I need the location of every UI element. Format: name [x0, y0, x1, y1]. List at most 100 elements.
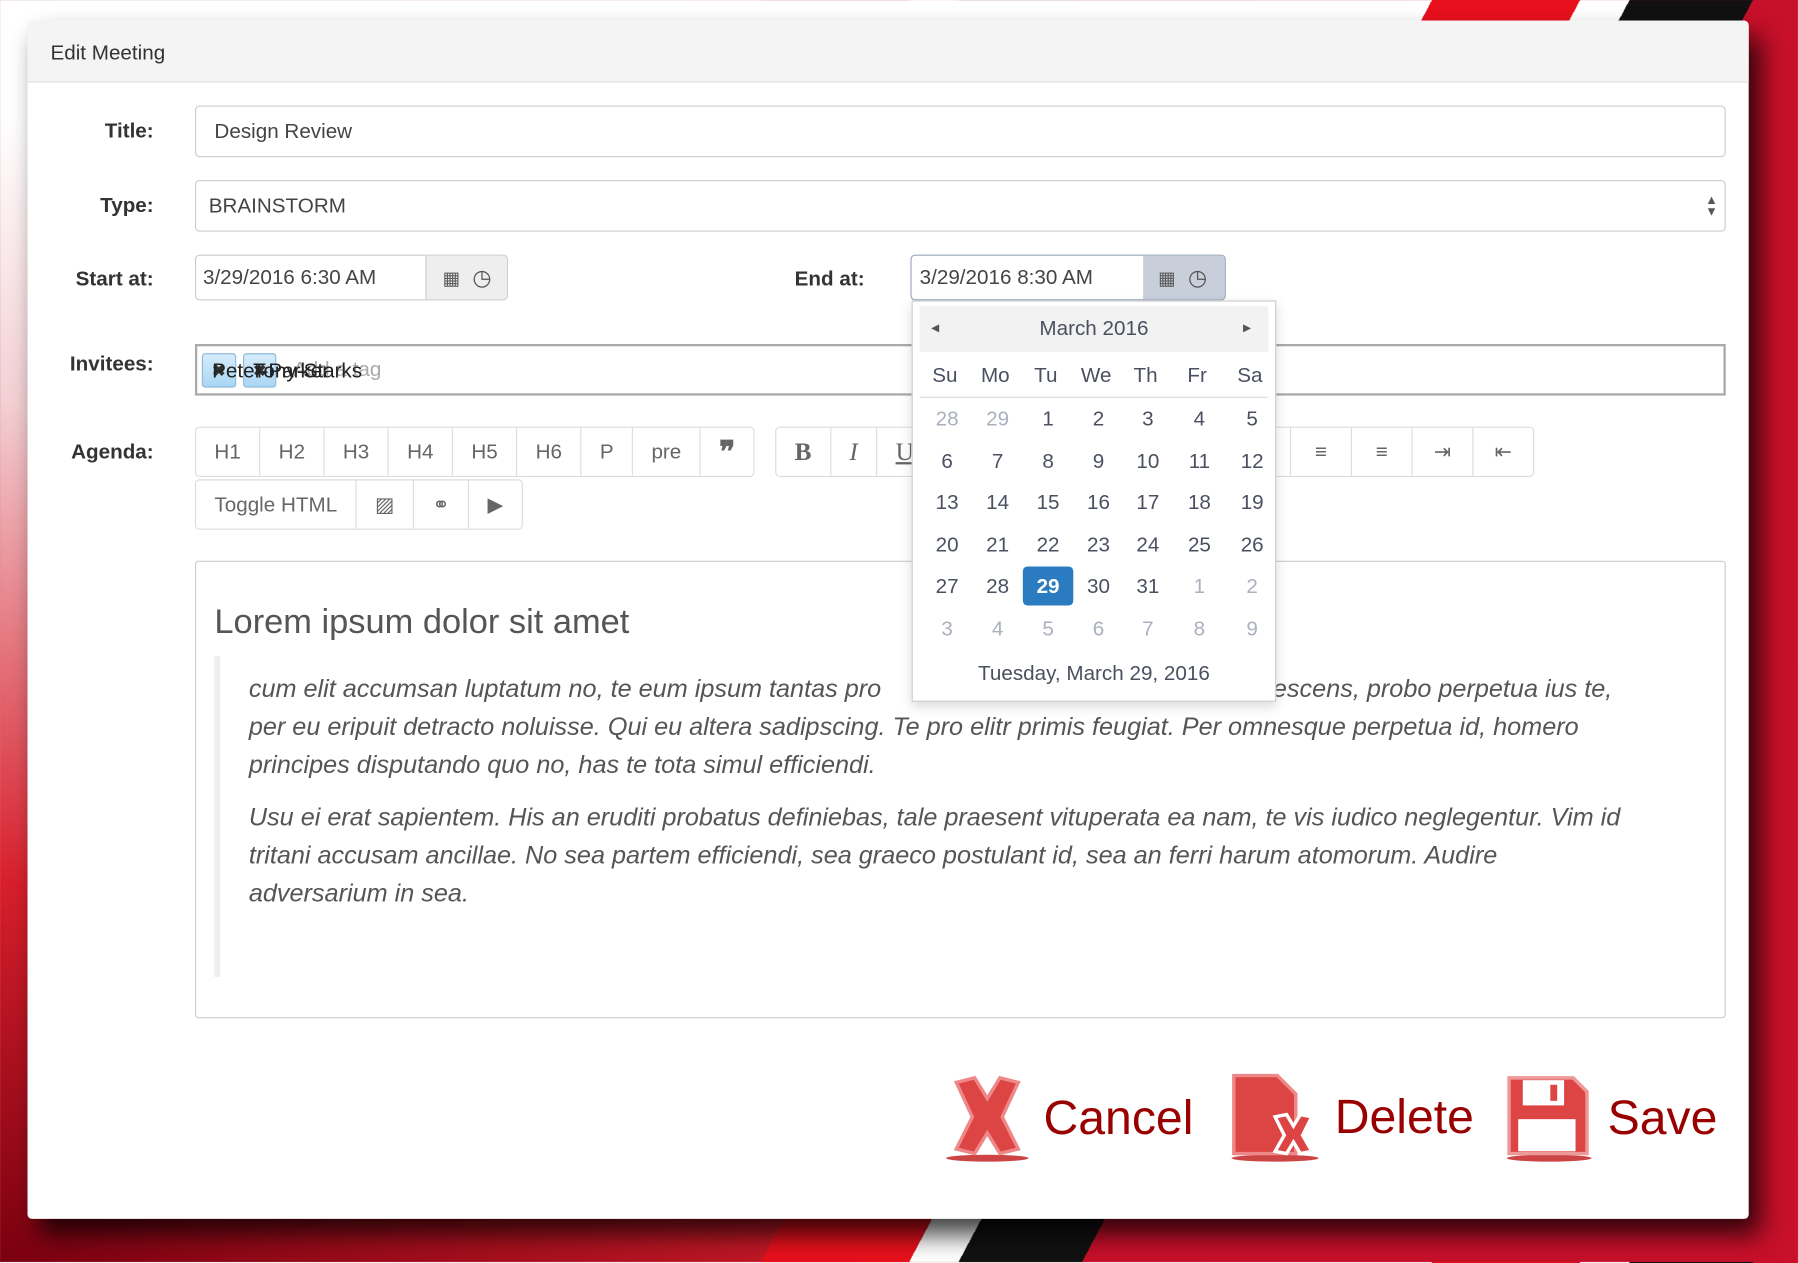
- h1-button[interactable]: H1: [196, 427, 261, 476]
- cancel-label: Cancel: [1043, 1090, 1194, 1145]
- calendar-day[interactable]: 10: [1123, 441, 1173, 480]
- h3-button[interactable]: H3: [325, 427, 389, 476]
- calendar-day[interactable]: 22: [1023, 525, 1073, 564]
- calendar-icon[interactable]: ▦: [443, 267, 460, 290]
- calendar-day[interactable]: 3: [1123, 399, 1173, 438]
- calendar-day[interactable]: 15: [1023, 483, 1073, 522]
- align-center-icon[interactable]: ≡: [1291, 427, 1352, 476]
- calendar-day[interactable]: 2: [1073, 399, 1123, 438]
- clock-icon[interactable]: ◷: [472, 265, 491, 291]
- calendar-day[interactable]: 5: [1023, 609, 1073, 648]
- calendar-day[interactable]: 17: [1123, 483, 1173, 522]
- calendar-day[interactable]: 2: [1227, 567, 1277, 606]
- calendar-day[interactable]: 27: [922, 567, 972, 606]
- calendar-day[interactable]: 1: [1174, 567, 1224, 606]
- h6-button[interactable]: H6: [517, 427, 582, 476]
- paragraph-line: Usu ei erat sapientem. His an eruditi pr…: [248, 802, 1621, 832]
- dialog-title: Edit Meeting: [50, 41, 166, 65]
- h5-button[interactable]: H5: [453, 427, 518, 476]
- calendar-day[interactable]: 12: [1227, 441, 1277, 480]
- calendar-day[interactable]: 8: [1023, 441, 1073, 480]
- datepicker-popup: ◂ March 2016 ▸ Su Mo Tu We Th Fr Sa 28 29 1 2 3 4 5 6…: [911, 300, 1277, 702]
- calendar-day[interactable]: 1: [1023, 399, 1073, 438]
- calendar-day[interactable]: 7: [1123, 609, 1173, 648]
- type-value: BRAINSTORM: [208, 193, 346, 217]
- calendar-day[interactable]: 23: [1073, 525, 1123, 564]
- calendar-day[interactable]: 14: [972, 483, 1022, 522]
- select-arrows-icon: ▲ ▼: [1705, 193, 1718, 219]
- selected-date-footer[interactable]: Tuesday, March 29, 2016: [913, 662, 1275, 686]
- calendar-day[interactable]: 26: [1227, 525, 1277, 564]
- calendar-day[interactable]: 16: [1073, 483, 1123, 522]
- invitees-label: Invitees:: [69, 352, 154, 375]
- text-segment: cum elit accumsan luptatum no, te eum ip…: [248, 674, 882, 703]
- h4-button[interactable]: H4: [389, 427, 454, 476]
- weekday-header: Su: [932, 363, 958, 387]
- edit-meeting-dialog: Edit Meeting Title: Design Review Type: …: [27, 20, 1749, 1219]
- quote-button[interactable]: ❞: [701, 428, 754, 476]
- calendar-day[interactable]: 20: [922, 525, 972, 564]
- indent-icon[interactable]: ⇥: [1413, 427, 1474, 476]
- weekday-header: Tu: [1034, 363, 1058, 387]
- delete-file-icon: [1231, 1073, 1319, 1162]
- calendar-day[interactable]: 4: [972, 609, 1022, 648]
- link-icon[interactable]: ⚭: [414, 480, 470, 529]
- weekday-header: Mo: [980, 363, 1010, 387]
- calendar-day[interactable]: 28: [972, 567, 1022, 606]
- format-toolbar-group: H1 H2 H3 H4 H5 H6 P pre ❞: [194, 426, 755, 478]
- calendar-day[interactable]: 30: [1073, 567, 1123, 606]
- calendar-day[interactable]: 29: [972, 399, 1022, 438]
- calendar-day[interactable]: 9: [1227, 609, 1277, 648]
- save-button[interactable]: Save: [1504, 1073, 1717, 1162]
- start-datetime-input[interactable]: 3/29/2016 6:30 AM ▦ ◷: [194, 254, 508, 301]
- calendar-day[interactable]: 3: [922, 609, 972, 648]
- pre-button[interactable]: pre: [633, 427, 701, 476]
- calendar-day[interactable]: 6: [1073, 609, 1123, 648]
- next-month-button[interactable]: ▸: [1243, 318, 1251, 337]
- calendar-day[interactable]: 9: [1073, 441, 1123, 480]
- video-icon[interactable]: ▶: [469, 480, 522, 528]
- tag-peter-parker: Peter-Parker ✖: [201, 352, 329, 388]
- calendar-day[interactable]: 4: [1174, 399, 1224, 438]
- agenda-heading: Lorem ipsum dolor sit amet: [214, 603, 630, 641]
- start-label: Start at:: [75, 267, 154, 291]
- title-value: Design Review: [214, 119, 353, 143]
- month-title[interactable]: March 2016: [913, 316, 1275, 340]
- bold-button[interactable]: B: [776, 427, 831, 476]
- calendar-day[interactable]: 8: [1174, 609, 1224, 648]
- weekday-header: Sa: [1237, 363, 1263, 387]
- calendar-day[interactable]: 6: [922, 441, 972, 480]
- h2-button[interactable]: H2: [260, 427, 325, 476]
- calendar-day[interactable]: 13: [922, 483, 972, 522]
- calendar-day[interactable]: 11: [1174, 441, 1224, 480]
- calendar-day[interactable]: 19: [1227, 483, 1277, 522]
- end-datetime-input[interactable]: 3/29/2016 8:30 AM ▦ ◷: [910, 254, 1226, 301]
- tag-label: Tony-Starks: [253, 358, 363, 382]
- title-input[interactable]: Design Review: [194, 105, 1726, 158]
- calendar-day[interactable]: 29: [1022, 566, 1074, 606]
- toggle-html-button[interactable]: Toggle HTML: [196, 480, 357, 529]
- calendar-day[interactable]: 7: [972, 441, 1022, 480]
- floppy-disk-icon: [1506, 1076, 1592, 1162]
- image-icon[interactable]: ▨: [357, 480, 415, 529]
- end-label: End at:: [794, 267, 865, 291]
- clock-icon[interactable]: ◷: [1188, 265, 1207, 291]
- cancel-button[interactable]: Cancel: [945, 1073, 1194, 1162]
- calendar-day[interactable]: 18: [1174, 483, 1224, 522]
- calendar-day[interactable]: 25: [1174, 525, 1224, 564]
- delete-button[interactable]: Delete: [1229, 1071, 1474, 1163]
- calendar-day[interactable]: 24: [1123, 525, 1173, 564]
- calendar-icon[interactable]: ▦: [1158, 267, 1175, 290]
- type-label: Type:: [100, 193, 154, 217]
- p-button[interactable]: P: [581, 427, 634, 476]
- calendar-day[interactable]: 5: [1227, 399, 1277, 438]
- save-label: Save: [1607, 1090, 1718, 1145]
- outdent-icon[interactable]: ⇤: [1473, 428, 1533, 476]
- calendar-day[interactable]: 21: [972, 525, 1022, 564]
- type-select[interactable]: BRAINSTORM ▲ ▼: [194, 180, 1726, 232]
- align-right-icon[interactable]: ≡: [1352, 427, 1413, 476]
- calendar-day[interactable]: 31: [1123, 567, 1173, 606]
- paragraph-line: adversarium in sea.: [248, 878, 469, 908]
- calendar-day[interactable]: 28: [922, 399, 972, 438]
- italic-button[interactable]: I: [831, 427, 878, 476]
